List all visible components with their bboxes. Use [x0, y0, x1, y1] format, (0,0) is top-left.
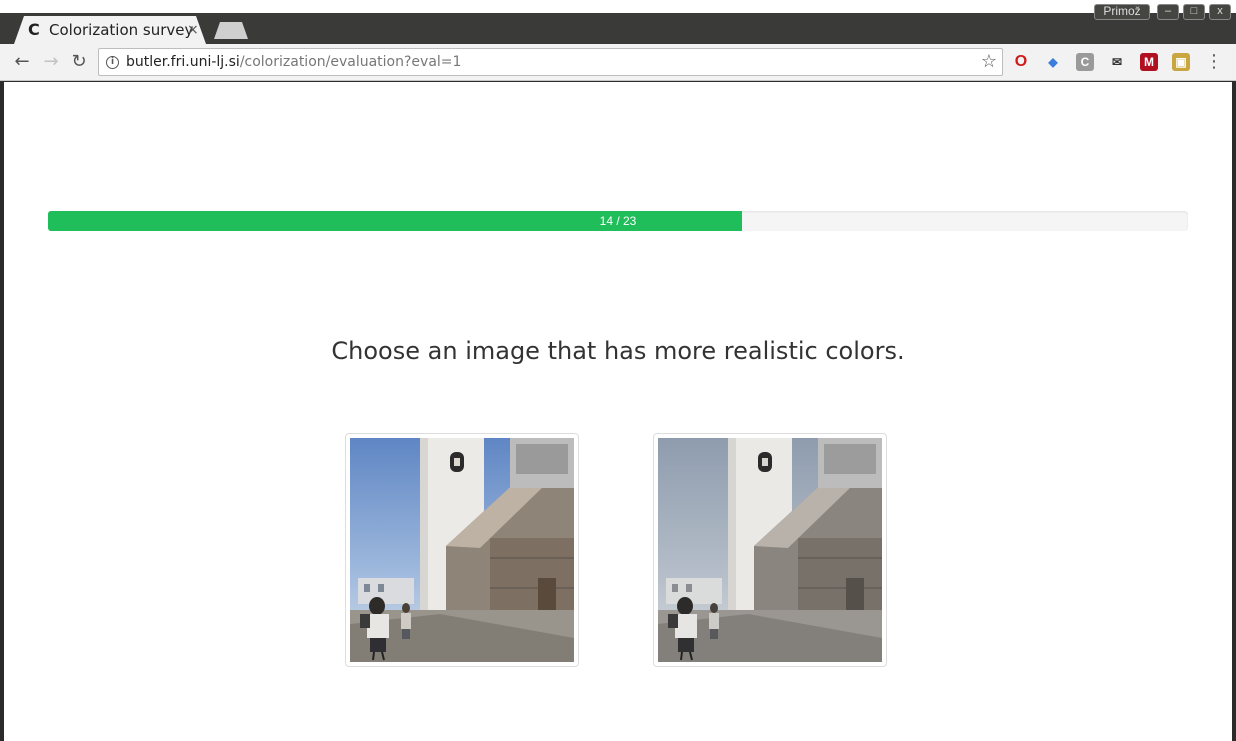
tab-title: Colorization survey [49, 21, 194, 39]
tab-close-icon[interactable]: × [187, 22, 199, 39]
tab-colorization-survey[interactable]: C Colorization survey × [14, 16, 206, 44]
browser-toolbar: ← → ↻ i butler.fri.uni-lj.si/colorizatio… [0, 44, 1236, 81]
c-icon[interactable]: C [1076, 53, 1094, 71]
page-content: 14 / 23 Choose an image that has more re… [4, 82, 1232, 741]
url-text[interactable]: butler.fri.uni-lj.si/colorization/evalua… [126, 54, 461, 70]
minimize-button[interactable]: – [1157, 4, 1179, 20]
progress-label: 14 / 23 [599, 214, 637, 228]
opera-icon[interactable]: O [1012, 53, 1030, 71]
address-bar[interactable]: i butler.fri.uni-lj.si/colorization/eval… [98, 48, 1003, 76]
back-arrow-icon[interactable]: ← [11, 51, 33, 73]
bookmark-star-icon[interactable]: ☆ [981, 51, 997, 73]
close-window-button[interactable]: x [1209, 4, 1231, 20]
reload-icon[interactable]: ↻ [68, 51, 90, 73]
m-icon[interactable]: M [1140, 53, 1158, 71]
image-choice-b[interactable] [653, 433, 887, 667]
survey-question: Choose an image that has more realistic … [331, 337, 905, 365]
profile-button[interactable]: Primož [1094, 4, 1150, 20]
forward-arrow-icon[interactable]: → [40, 51, 62, 73]
new-tab-button[interactable] [214, 22, 248, 39]
titlebar-top-strip [0, 0, 1236, 13]
photo-icon[interactable]: ▣ [1172, 53, 1190, 71]
url-host: butler.fri.uni-lj.si [126, 54, 240, 70]
menu-icon[interactable]: ⋮ [1205, 51, 1223, 73]
window-titlebar: C Colorization survey × Primož – □ x [0, 0, 1236, 44]
url-path: /colorization/evaluation?eval=1 [239, 54, 462, 70]
mail-icon[interactable]: ✉ [1108, 53, 1126, 71]
gem-icon[interactable]: ◆ [1044, 53, 1062, 71]
maximize-button[interactable]: □ [1183, 4, 1205, 20]
info-icon[interactable]: i [106, 56, 119, 69]
image-choice-a[interactable] [345, 433, 579, 667]
progress-bar: 14 / 23 [48, 211, 1188, 231]
street-church-photo-muted [658, 438, 882, 662]
c-logo-icon: C [28, 20, 40, 39]
street-church-photo-vivid [350, 438, 574, 662]
